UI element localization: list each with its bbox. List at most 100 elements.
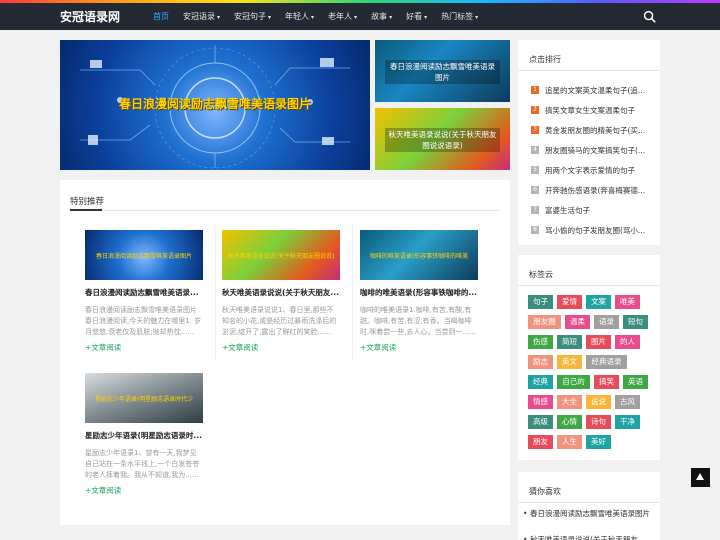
guess-item[interactable]: 春日浪漫阅读励志飘雪唯美语录图片 <box>523 508 655 519</box>
article-card[interactable]: 秋天唯美语录说说(关于秋天朋友圈说说) 秋天唯美语录说说(关于秋天朋友... 秋天唯… <box>222 230 340 353</box>
rank-number: 4 <box>531 146 539 154</box>
chevron-down-icon: ▾ <box>389 14 393 21</box>
article-thumbnail[interactable]: 春日浪漫阅读励志飘雪唯美语录图片 <box>85 230 203 280</box>
tag-link[interactable]: 伤感 <box>528 335 553 349</box>
ranking-item-text[interactable]: 开奔驰伤感语录(奔喜梅赛德... <box>545 185 645 196</box>
ranking-title: 点击排行 <box>529 55 561 64</box>
tag-link[interactable]: 图片 <box>586 335 611 349</box>
ranking-item-text[interactable]: 用两个文字表示爱情的句子 <box>545 165 635 176</box>
ranking-item-text[interactable]: 追星的文案英文温柔句子(追... <box>545 85 645 96</box>
chevron-down-icon: ▾ <box>424 14 428 21</box>
ranking-item-text[interactable]: 黄金发朋友圈的精美句子(买... <box>545 125 645 136</box>
tag-link[interactable]: 朋友 <box>528 435 553 449</box>
tag-link[interactable]: 励志 <box>528 355 553 369</box>
banner-side-bottom-caption[interactable]: 秋天唯美语录说说(关于秋天朋友圈说说语录) <box>385 128 500 152</box>
banner-side-top-caption[interactable]: 春日浪漫阅读励志飘雪唯美语录图片 <box>385 60 500 84</box>
nav-item[interactable]: 安冠语录 ▾ <box>176 3 227 30</box>
tag-link[interactable]: 句子 <box>528 295 553 309</box>
tag-link[interactable]: 自己的 <box>557 375 590 389</box>
chevron-down-icon: ▾ <box>217 14 221 21</box>
tag-link[interactable]: 英语 <box>623 375 648 389</box>
nav-item[interactable]: 安冠句子 ▾ <box>227 3 278 30</box>
article-card[interactable]: 春日浪漫阅读励志飘雪唯美语录图片 春日浪漫阅读励志飘雪唯美语录... 春日浪漫阅读励… <box>85 230 203 353</box>
tag-link[interactable]: 温柔 <box>565 315 590 329</box>
banner-side-bottom[interactable]: 秋天唯美语录说说(关于秋天朋友圈说说语录) <box>375 108 510 170</box>
ranking-item-text[interactable]: 朋友圈骑马的文案搞笑句子(... <box>545 145 645 156</box>
rank-number: 1 <box>531 86 539 94</box>
tag-link[interactable]: 人生 <box>557 435 582 449</box>
article-title[interactable]: 秋天唯美语录说说(关于秋天朋友... <box>222 287 340 298</box>
nav-item-label: 老年人 <box>328 12 353 21</box>
tag-link[interactable]: 的人 <box>615 335 640 349</box>
site-logo[interactable]: 安冠语录网 <box>60 8 120 25</box>
ranking-item[interactable]: 2 搞笑文章女生文案温柔句子 <box>531 103 656 117</box>
nav-item[interactable]: 年轻人 ▾ <box>278 3 321 30</box>
tagcloud-panel: 标签云 句子 爱情 文案 唯美 朋友圈 温柔 语录 短句 伤感 简短 图片 的人 励志 英文 经典语录 经典自… <box>518 255 660 460</box>
article-excerpt: 星励志少年语录1、曾有一天,我梦见自己站在一条水平线上,一个白发苍苍的老人摔着我… <box>85 449 200 479</box>
tag-link[interactable]: 大全 <box>557 395 582 409</box>
tag-link[interactable]: 心情 <box>557 415 582 429</box>
tag-link[interactable]: 说说 <box>586 395 611 409</box>
ranking-item[interactable]: 4 朋友圈骑马的文案搞笑句子(... <box>531 143 656 157</box>
tag-link[interactable]: 经典 <box>528 375 553 389</box>
tag-link[interactable]: 文案 <box>586 295 611 309</box>
article-excerpt: 咖啡的唯美语录1.咖啡,有苦,有酸,有甜。咖啡,有苦,有涩,有香。当喝咖啡时,咪… <box>360 306 476 336</box>
ranking-item[interactable]: 5 用两个文字表示爱情的句子 <box>531 163 656 177</box>
tag-link[interactable]: 语录 <box>594 315 619 329</box>
tag-link[interactable]: 爱情 <box>557 295 582 309</box>
tag-link[interactable]: 诗句 <box>586 415 611 429</box>
rank-number: 8 <box>531 226 539 234</box>
article-excerpt: 秋天唯美语录说说1、春日里,那些不知名的小花,或是经历过暴雨洗涤后的淤泥,绽开了… <box>222 306 337 336</box>
guess-item[interactable]: 秋天唯美语录说说(关于秋天朋友 <box>523 534 655 540</box>
ranking-item-text[interactable]: 富婆生活句子 <box>545 205 590 216</box>
tag-link[interactable]: 美好 <box>586 435 611 449</box>
article-card[interactable]: 咖啡的唯美语录(形容事铁咖啡的唯美咖啡的唯美语录(形容事铁咖啡的... 咖啡的唯美… <box>360 230 478 353</box>
read-more-link[interactable]: +文章阅读 <box>85 485 203 496</box>
tag-link[interactable]: 搞笑 <box>594 375 619 389</box>
nav-item[interactable]: 好看 ▾ <box>399 3 434 30</box>
banner-side-top[interactable]: 春日浪漫阅读励志飘雪唯美语录图片 <box>375 40 510 102</box>
ranking-item-text[interactable]: 骂小偷的句子发朋友圈(骂小... <box>545 225 645 236</box>
search-icon[interactable] <box>643 10 656 23</box>
article-thumbnail[interactable]: 秋天唯美语录说说(关于秋天朋友圈说说) <box>222 230 340 280</box>
article-title[interactable]: 星励志少年语录(明星励志语录时... <box>85 430 203 441</box>
tag-link[interactable]: 经典语录 <box>586 355 627 369</box>
ranking-item[interactable]: 1 追星的文案英文温柔句子(追... <box>531 83 656 97</box>
tag-link[interactable]: 英文 <box>557 355 582 369</box>
ranking-item-text[interactable]: 搞笑文章女生文案温柔句子 <box>545 105 635 116</box>
ranking-divider <box>518 70 660 71</box>
tag-link[interactable]: 干净 <box>615 415 640 429</box>
main-nav: 首页 安冠语录 ▾ 安冠句子 ▾ 年轻人 ▾ 老年人 ▾ 故事 ▾ 好看 ▾ 热门标签 ▾ <box>146 3 485 30</box>
tag-link[interactable]: 朋友圈 <box>528 315 561 329</box>
article-thumbnail[interactable]: 咖啡的唯美语录(形容事铁咖啡的唯美 <box>360 230 478 280</box>
nav-item[interactable]: 首页 <box>146 3 176 30</box>
article-title[interactable]: 春日浪漫阅读励志飘雪唯美语录... <box>85 287 203 298</box>
back-to-top-button[interactable] <box>691 468 710 487</box>
tag-link[interactable]: 情感 <box>528 395 553 409</box>
card-divider <box>352 225 353 360</box>
article-title[interactable]: 咖啡的唯美语录(形容事铁咖啡的... <box>360 287 478 298</box>
read-more-link[interactable]: +文章阅读 <box>85 342 203 353</box>
tag-link[interactable]: 简短 <box>557 335 582 349</box>
nav-item[interactable]: 老年人 ▾ <box>321 3 364 30</box>
tag-link[interactable]: 古风 <box>615 395 640 409</box>
article-card[interactable]: 星励志少年语录(明星励志语录时代少星励志少年语录(明星励志语录时... 星励志少年… <box>85 373 203 496</box>
tag-link[interactable]: 高级 <box>528 415 553 429</box>
nav-item-label: 安冠句子 <box>234 12 267 21</box>
article-thumbnail[interactable]: 星励志少年语录(明星励志语录时代少 <box>85 373 203 423</box>
ranking-item[interactable]: 8 骂小偷的句子发朋友圈(骂小... <box>531 223 656 237</box>
ranking-item[interactable]: 7 富婆生活句子 <box>531 203 656 217</box>
chevron-down-icon: ▾ <box>268 14 272 21</box>
banner-main-title[interactable]: 春日浪漫阅读励志飘雪唯美语录图片 <box>60 95 370 112</box>
banner-main-slide[interactable]: 春日浪漫阅读励志飘雪唯美语录图片 <box>60 40 370 170</box>
rank-number: 5 <box>531 166 539 174</box>
ranking-item[interactable]: 3 黄金发朋友圈的精美句子(买... <box>531 123 656 137</box>
tag-link[interactable]: 唯美 <box>615 295 640 309</box>
chevron-down-icon: ▾ <box>311 14 315 21</box>
read-more-link[interactable]: +文章阅读 <box>360 342 478 353</box>
ranking-item[interactable]: 6 开奔驰伤感语录(奔喜梅赛德... <box>531 183 656 197</box>
read-more-link[interactable]: +文章阅读 <box>222 342 340 353</box>
nav-item[interactable]: 热门标签 ▾ <box>434 3 485 30</box>
nav-item[interactable]: 故事 ▾ <box>364 3 399 30</box>
tag-link[interactable]: 短句 <box>623 315 648 329</box>
